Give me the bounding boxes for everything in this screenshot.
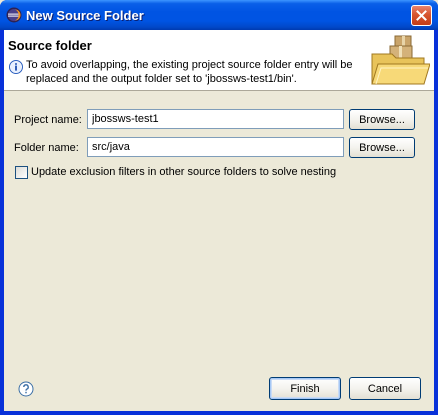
- source-folder-wizard-icon: [371, 35, 430, 85]
- banner-title: Source folder: [8, 38, 92, 53]
- info-icon: [9, 60, 23, 74]
- browse-folder-button[interactable]: Browse...: [349, 137, 415, 158]
- window-title: New Source Folder: [26, 8, 144, 23]
- browse-project-button[interactable]: Browse...: [349, 109, 415, 130]
- project-name-input[interactable]: [87, 109, 344, 129]
- dialog-window: New Source Folder Source folder To avoid…: [0, 0, 438, 415]
- help-icon[interactable]: [18, 381, 34, 397]
- update-exclusion-label[interactable]: Update exclusion filters in other source…: [31, 166, 336, 178]
- wizard-banner: Source folder To avoid overlapping, the …: [4, 30, 434, 91]
- title-bar[interactable]: New Source Folder: [0, 0, 438, 30]
- close-icon: [416, 10, 427, 21]
- banner-message-line: replaced and the output folder set to 'j…: [26, 73, 297, 85]
- project-name-label: Project name:: [14, 114, 82, 126]
- folder-name-input[interactable]: [87, 137, 344, 157]
- dialog-body: Source folder To avoid overlapping, the …: [4, 30, 434, 411]
- cancel-button[interactable]: Cancel: [349, 377, 421, 400]
- folder-name-label: Folder name:: [14, 142, 79, 154]
- update-exclusion-checkbox[interactable]: [15, 166, 28, 179]
- close-button[interactable]: [411, 5, 432, 26]
- banner-message-line: To avoid overlapping, the existing proje…: [26, 59, 353, 71]
- finish-button[interactable]: Finish: [269, 377, 341, 400]
- banner-message: To avoid overlapping, the existing proje…: [26, 58, 366, 86]
- eclipse-icon: [6, 7, 22, 23]
